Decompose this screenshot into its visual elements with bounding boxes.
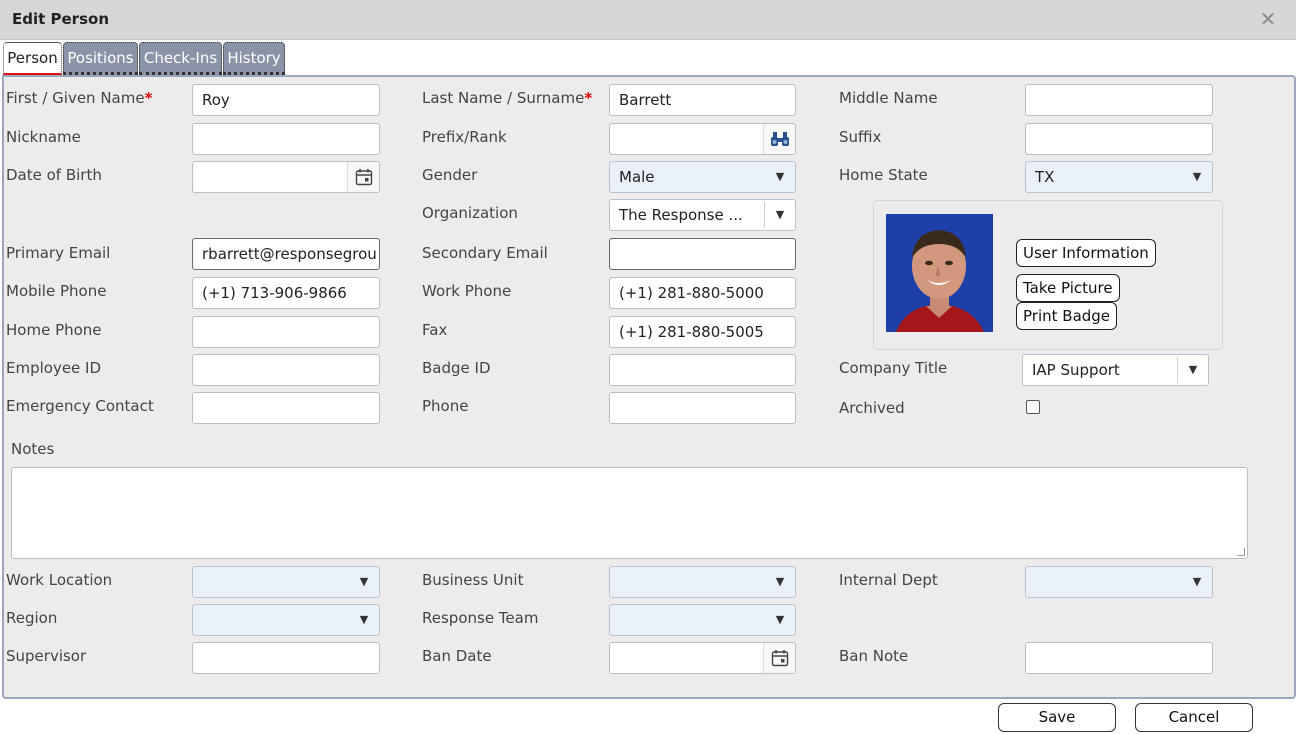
region-select[interactable]: ▼ xyxy=(192,604,380,636)
organization-value: The Response ... xyxy=(619,206,743,224)
chevron-down-icon: ▼ xyxy=(1192,170,1202,183)
chevron-down-icon: ▼ xyxy=(359,575,369,588)
tab-positions[interactable]: Positions xyxy=(63,42,138,75)
dob-field[interactable] xyxy=(192,161,380,193)
notes-textarea[interactable] xyxy=(11,467,1248,559)
ban-date-label: Ban Date xyxy=(422,647,492,665)
employee-id-label: Employee ID xyxy=(6,359,102,377)
nickname-field[interactable] xyxy=(192,123,380,155)
employee-id-field[interactable] xyxy=(192,354,380,386)
tab-person[interactable]: Person xyxy=(3,42,62,75)
organization-select[interactable]: The Response ... ▼ xyxy=(609,199,796,231)
chevron-down-icon: ▼ xyxy=(775,208,785,221)
binoculars-icon[interactable] xyxy=(763,124,795,154)
gender-label: Gender xyxy=(422,166,478,184)
tab-check-ins[interactable]: Check-Ins xyxy=(139,42,222,75)
badge-id-field[interactable] xyxy=(609,354,796,386)
work-phone-field[interactable]: (+1) 281-880-5000 xyxy=(609,277,796,309)
company-title-select[interactable]: IAP Support ▼ xyxy=(1022,354,1209,386)
mobile-phone-label: Mobile Phone xyxy=(6,282,107,300)
close-icon[interactable]: ✕ xyxy=(1259,9,1277,29)
gender-value: Male xyxy=(619,168,655,186)
company-title-label: Company Title xyxy=(839,359,948,377)
tab-history[interactable]: History xyxy=(223,42,285,75)
ban-date-field[interactable] xyxy=(609,642,796,674)
middle-name-label: Middle Name xyxy=(839,89,938,107)
save-button[interactable]: Save xyxy=(998,703,1116,732)
ban-note-label: Ban Note xyxy=(839,647,909,665)
profile-photo xyxy=(886,214,993,332)
chevron-down-icon: ▼ xyxy=(359,613,369,626)
home-state-label: Home State xyxy=(839,166,928,184)
emergency-contact-label: Emergency Contact xyxy=(6,397,154,415)
nickname-label: Nickname xyxy=(6,128,81,146)
badge-id-label: Badge ID xyxy=(422,359,491,377)
home-phone-field[interactable] xyxy=(192,316,380,348)
first-name-label: First / Given Name* xyxy=(6,89,153,107)
supervisor-label: Supervisor xyxy=(6,647,87,665)
print-badge-button[interactable]: Print Badge xyxy=(1016,302,1118,330)
organization-label: Organization xyxy=(422,204,518,222)
mobile-phone-field[interactable]: (+1) 713-906-9866 xyxy=(192,277,380,309)
last-name-label: Last Name / Surname* xyxy=(422,89,593,107)
phone-field[interactable] xyxy=(609,392,796,424)
fax-label: Fax xyxy=(422,321,448,339)
ban-note-field[interactable] xyxy=(1025,642,1213,674)
suffix-label: Suffix xyxy=(839,128,882,146)
response-team-select[interactable]: ▼ xyxy=(609,604,796,636)
prefix-field[interactable] xyxy=(609,123,796,155)
work-location-select[interactable]: ▼ xyxy=(192,566,380,598)
last-name-field[interactable]: Barrett xyxy=(609,84,796,116)
internal-dept-label: Internal Dept xyxy=(839,571,938,589)
dialog-titlebar: Edit Person ✕ xyxy=(0,0,1296,40)
business-unit-label: Business Unit xyxy=(422,571,524,589)
archived-checkbox[interactable] xyxy=(1026,400,1040,414)
select-divider xyxy=(1177,357,1178,383)
phone-label: Phone xyxy=(422,397,469,415)
region-label: Region xyxy=(6,609,58,627)
select-divider xyxy=(764,202,765,228)
secondary-email-field[interactable] xyxy=(609,238,796,270)
first-name-field[interactable]: Roy xyxy=(192,84,380,116)
user-information-button[interactable]: User Information xyxy=(1016,239,1156,267)
secondary-email-label: Secondary Email xyxy=(422,244,548,262)
dob-label: Date of Birth xyxy=(6,166,102,184)
company-title-value: IAP Support xyxy=(1032,361,1120,379)
middle-name-field[interactable] xyxy=(1025,84,1213,116)
notes-label: Notes xyxy=(11,440,55,458)
calendar-icon[interactable] xyxy=(347,162,379,192)
home-state-select[interactable]: TX ▼ xyxy=(1025,161,1213,193)
primary-email-field[interactable]: rbarrett@responsegrou xyxy=(192,238,380,270)
suffix-field[interactable] xyxy=(1025,123,1213,155)
work-phone-label: Work Phone xyxy=(422,282,512,300)
cancel-button[interactable]: Cancel xyxy=(1135,703,1253,732)
home-state-value: TX xyxy=(1035,168,1055,186)
internal-dept-select[interactable]: ▼ xyxy=(1025,566,1213,598)
take-picture-button[interactable]: Take Picture xyxy=(1016,274,1120,302)
gender-select[interactable]: Male ▼ xyxy=(609,161,796,193)
chevron-down-icon: ▼ xyxy=(775,613,785,626)
calendar-icon[interactable] xyxy=(763,643,795,673)
business-unit-select[interactable]: ▼ xyxy=(609,566,796,598)
prefix-label: Prefix/Rank xyxy=(422,128,507,146)
resize-grip-icon[interactable] xyxy=(1237,548,1245,556)
supervisor-field[interactable] xyxy=(192,642,380,674)
chevron-down-icon: ▼ xyxy=(775,575,785,588)
work-location-label: Work Location xyxy=(6,571,113,589)
emergency-contact-field[interactable] xyxy=(192,392,380,424)
response-team-label: Response Team xyxy=(422,609,539,627)
primary-email-label: Primary Email xyxy=(6,244,111,262)
chevron-down-icon: ▼ xyxy=(1188,363,1198,376)
archived-label: Archived xyxy=(839,399,905,417)
dialog-title: Edit Person xyxy=(12,10,109,28)
home-phone-label: Home Phone xyxy=(6,321,102,339)
fax-field[interactable]: (+1) 281-880-5005 xyxy=(609,316,796,348)
chevron-down-icon: ▼ xyxy=(1192,575,1202,588)
chevron-down-icon: ▼ xyxy=(775,170,785,183)
